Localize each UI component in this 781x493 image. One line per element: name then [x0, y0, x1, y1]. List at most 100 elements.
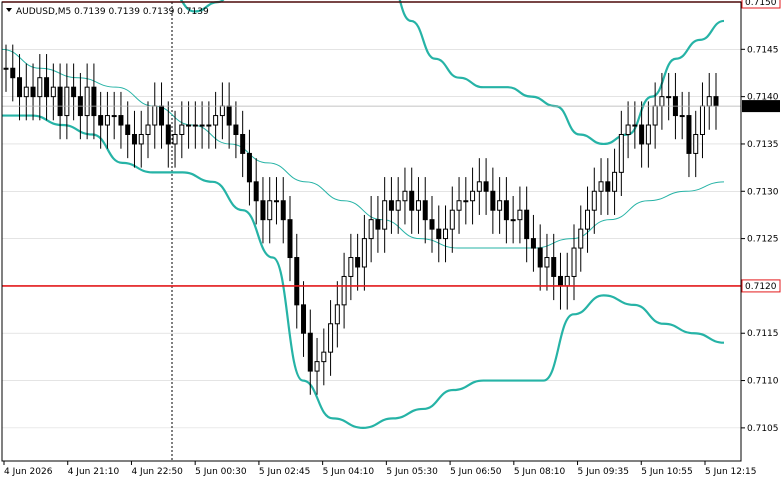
x-tick-label: 5 Jun 00:30 [195, 467, 247, 477]
x-tick-label: 5 Jun 08:10 [514, 467, 566, 477]
candle-body [476, 181, 482, 192]
x-tick-label: 5 Jun 12:15 [705, 467, 756, 477]
candle-body [490, 190, 496, 211]
candle-body [355, 257, 361, 268]
x-tick-label: 4 Jun 21:10 [68, 467, 120, 477]
x-tick-label: 5 Jun 09:35 [578, 467, 629, 477]
candle-body [375, 219, 381, 230]
candle-body [544, 257, 550, 268]
candle-body [382, 200, 388, 230]
symbol-header: AUDUSD,M5 0.7139 0.7139 0.7139 0.7139 [6, 7, 209, 17]
candle-body [551, 257, 557, 277]
candle-body [111, 115, 117, 118]
candle-body [30, 86, 36, 98]
candle-body [37, 77, 43, 98]
candle-body [645, 124, 651, 145]
candle-body [652, 105, 658, 126]
candle-body [267, 200, 273, 221]
x-tick-label: 4 Jun 22:50 [131, 467, 183, 477]
x-tick-label: 5 Jun 04:10 [323, 467, 375, 477]
candle-body [679, 115, 685, 118]
level-tag-label: 0.7120 [745, 282, 777, 292]
y-tick-label: 0.7140 [747, 93, 779, 103]
candle-body [165, 124, 171, 145]
candle-body [443, 228, 449, 240]
candle-body [226, 105, 232, 126]
candle-body [585, 209, 591, 230]
candle-body [686, 115, 692, 154]
candle-body [415, 200, 421, 211]
candle-body [564, 275, 570, 287]
candle-body [328, 323, 334, 353]
candle-body [280, 200, 286, 221]
candle-body [632, 124, 638, 127]
candle-body [625, 124, 631, 135]
candle-body [612, 171, 618, 192]
candle-body [456, 200, 462, 211]
candle-body [314, 361, 320, 372]
candle-body [240, 133, 246, 154]
candle-body [219, 105, 225, 117]
candle-body [192, 124, 198, 127]
y-tick-label: 0.7130 [747, 187, 779, 197]
candle-body [605, 181, 611, 192]
candle-body [10, 67, 16, 79]
y-tick-label: 0.7115 [747, 329, 779, 339]
candle-body [503, 200, 509, 221]
candle-body [395, 200, 401, 211]
y-tick-label: 0.7105 [747, 424, 779, 434]
x-tick-label: 5 Jun 02:45 [259, 467, 310, 477]
candle-body [402, 190, 408, 202]
candle-body [213, 115, 219, 126]
candle-body [598, 181, 604, 192]
candle-body [179, 124, 185, 135]
candle-body [334, 304, 340, 325]
candle-body [659, 96, 665, 107]
candle-body [294, 257, 300, 306]
candle-body [199, 124, 205, 127]
x-tick-label: 5 Jun 06:50 [450, 467, 502, 477]
candle-body [483, 181, 489, 192]
candle-body [557, 275, 563, 287]
candle-body [233, 124, 239, 135]
candle-body [172, 133, 178, 145]
candle-body [530, 238, 536, 249]
candle-body [510, 219, 516, 222]
candle-body [429, 219, 435, 230]
candle-body [409, 190, 415, 211]
candle-body [422, 200, 428, 221]
y-tick-label: 0.7145 [747, 45, 779, 55]
candle-body [470, 190, 476, 202]
candle-body [666, 96, 672, 99]
candle-body [125, 124, 131, 135]
y-tick-label: 0.7125 [747, 235, 779, 245]
candle-body [206, 124, 212, 127]
candle-body [273, 200, 279, 203]
candle-body [618, 133, 624, 173]
candle-body [436, 228, 442, 240]
y-tick-label: 0.7135 [747, 140, 779, 150]
candle-body [17, 77, 23, 98]
symbol-title: AUDUSD,M5 0.7139 0.7139 0.7139 0.7139 [16, 7, 209, 17]
price-chart[interactable]: 0.7150 0.7120 0.7139 0.7145 0.7140 0.7135 0.7… [0, 0, 781, 489]
candle-body [131, 133, 137, 145]
candle-body [341, 275, 347, 306]
candle-body [368, 219, 374, 240]
candle-body [693, 133, 699, 154]
x-tick-label: 5 Jun 05:30 [386, 467, 438, 477]
candle-body [497, 200, 503, 211]
candle-body [260, 200, 266, 221]
candle-body [449, 209, 455, 230]
candle-body [287, 219, 293, 259]
y-tick-label: 0.7110 [747, 377, 779, 387]
candle-body [578, 228, 584, 249]
chart-canvas: 0.7150 0.7120 0.7139 0.7145 0.7140 0.7135 0.7… [0, 0, 781, 489]
candle-body [64, 86, 70, 117]
candle-body [145, 124, 151, 135]
candle-body [639, 124, 645, 145]
candle-body [591, 190, 597, 211]
level-tag-label: 0.7150 [745, 0, 777, 8]
candle-body [307, 332, 313, 372]
candle-body [463, 200, 469, 203]
candle-body [571, 247, 577, 277]
